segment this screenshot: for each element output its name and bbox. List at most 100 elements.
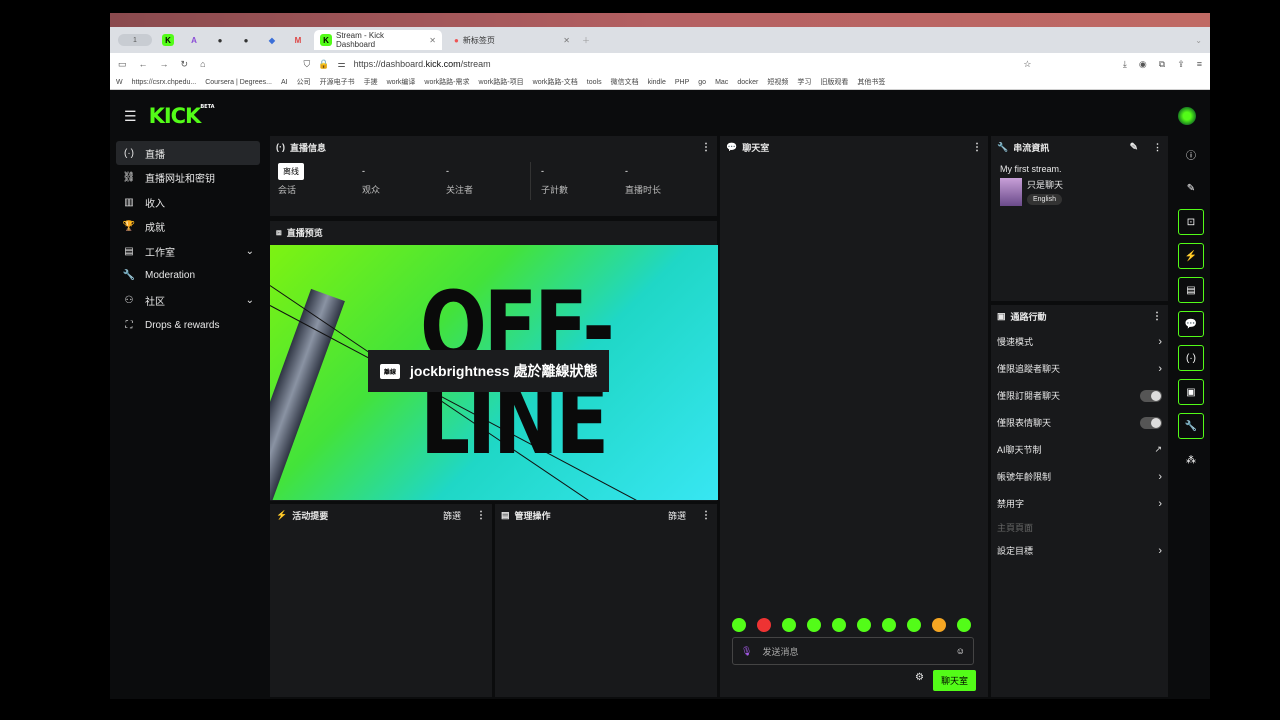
layout-icon[interactable]: ⁂ xyxy=(1178,447,1204,473)
edit-icon[interactable]: ✎ xyxy=(1178,175,1204,201)
filter-button[interactable]: 篩選 xyxy=(668,509,686,522)
bookmark-item[interactable]: 微信文档 xyxy=(611,77,639,87)
bookmark-item[interactable]: 旧版观看 xyxy=(820,77,848,87)
bookmark-item[interactable]: 手搓 xyxy=(364,77,378,87)
filter-button[interactable]: 篩選 xyxy=(443,509,461,522)
avatar[interactable] xyxy=(1178,107,1196,125)
chat-settings-gear-icon[interactable]: ⚙ xyxy=(915,672,924,683)
emote-icon[interactable] xyxy=(757,618,771,632)
channel-action-row[interactable]: 僅限訂閱者聊天 xyxy=(991,382,1168,409)
sidebar-item[interactable]: (·) 直播 xyxy=(116,141,260,165)
more-icon[interactable]: ⋮ xyxy=(701,510,711,521)
emote-icon[interactable] xyxy=(732,618,746,632)
url-bar[interactable]: ⛉ 🔒 ⚌ https://dashboard.kick.com/stream … xyxy=(298,55,1038,73)
bookmark-item[interactable]: kindle xyxy=(648,79,666,86)
bookmark-item[interactable]: 开源电子书 xyxy=(320,77,355,87)
sidebar-item[interactable]: ▤ 工作室 ⌄ xyxy=(116,239,260,263)
star-icon[interactable]: ☆ xyxy=(1023,59,1031,70)
more-icon[interactable]: ⋮ xyxy=(1153,142,1162,153)
kick-logo[interactable]: KICKBETA xyxy=(149,104,215,128)
bookmark-item[interactable]: PHP xyxy=(675,79,689,86)
emote-icon[interactable] xyxy=(807,618,821,632)
sidebar-item[interactable]: ⛶ Drops & rewards xyxy=(116,313,260,337)
channel-action-row[interactable]: 設定目標 › xyxy=(991,537,1168,564)
sidebar-item[interactable]: ⚇ 社区 ⌄ xyxy=(116,289,260,313)
sidebar-item[interactable]: ⛓ 直播网址和密钥 xyxy=(116,166,260,190)
bookmark-item[interactable]: 其他书签 xyxy=(857,77,885,87)
chevron-right-icon[interactable]: › xyxy=(1158,471,1162,483)
channel-action-row[interactable]: 僅限表情聊天 xyxy=(991,409,1168,436)
external-link-icon[interactable]: ↗ xyxy=(1154,444,1162,455)
emote-icon[interactable] xyxy=(857,618,871,632)
bookmark-item[interactable]: tools xyxy=(587,79,602,86)
channel-action-row[interactable]: 僅限追蹤者聊天 › xyxy=(991,355,1168,382)
sidebar-item[interactable]: 🔧 Moderation xyxy=(116,264,260,288)
emoji-picker-icon[interactable]: ☺ xyxy=(956,646,965,656)
github-pinned-icon-2[interactable]: ● xyxy=(240,34,252,46)
channel-action-row[interactable]: AI聊天节制 ↗ xyxy=(991,436,1168,463)
channel-action-row[interactable]: 禁用字 › xyxy=(991,490,1168,517)
bolt-icon[interactable]: ⚡ xyxy=(1178,243,1204,269)
mic-icon[interactable]: 🎙 xyxy=(741,646,752,657)
bookmark-item[interactable]: Mac xyxy=(715,79,728,86)
chevron-right-icon[interactable]: › xyxy=(1158,498,1162,510)
emote-icon[interactable] xyxy=(882,618,896,632)
reload-icon[interactable]: ↻ xyxy=(181,59,189,70)
clipboard-icon[interactable]: ▤ xyxy=(1178,277,1204,303)
chat-input[interactable]: 🎙 发送消息 ☺ xyxy=(732,637,974,665)
screenshot-icon[interactable]: ⊡ xyxy=(1178,209,1204,235)
bookmark-item[interactable]: docker xyxy=(737,79,758,86)
close-tab-icon-2[interactable]: ✕ xyxy=(563,36,570,45)
chevron-down-icon[interactable]: ⌄ xyxy=(246,295,254,306)
emote-icon[interactable] xyxy=(957,618,971,632)
tab-list-chevron-icon[interactable]: ⌄ xyxy=(1195,36,1202,45)
more-icon[interactable]: ⋮ xyxy=(476,510,486,521)
chat-icon[interactable]: 💬 xyxy=(1178,311,1204,337)
new-tab-icon[interactable]: ＋ xyxy=(582,35,590,46)
emote-icon[interactable] xyxy=(782,618,796,632)
chevron-right-icon[interactable]: › xyxy=(1158,363,1162,375)
toggle-switch[interactable] xyxy=(1140,389,1162,402)
menu-icon[interactable]: ≡ xyxy=(1197,59,1202,69)
close-tab-icon[interactable]: ✕ xyxy=(429,36,436,45)
shield-list-icon[interactable]: ▣ xyxy=(1178,379,1204,405)
edit-icon[interactable]: ✎ xyxy=(1130,142,1138,153)
home-icon[interactable]: ⌂ xyxy=(200,59,205,69)
back-icon[interactable]: ← xyxy=(139,59,148,69)
hamburger-icon[interactable]: ☰ xyxy=(124,108,137,125)
more-icon[interactable]: ⋮ xyxy=(1152,311,1162,322)
bookmark-item[interactable]: work路路-需求 xyxy=(424,77,469,87)
share-icon[interactable]: ⇪ xyxy=(1177,59,1185,70)
broadcast-icon[interactable]: (·) xyxy=(1178,345,1204,371)
sidebar-item[interactable]: ▥ 收入 xyxy=(116,190,260,214)
channel-action-row[interactable]: 慢速模式 › xyxy=(991,328,1168,355)
emote-icon[interactable] xyxy=(832,618,846,632)
bookmark-item[interactable]: https://csrx.chpedu... xyxy=(132,79,197,86)
arc-pinned-icon[interactable]: A xyxy=(188,34,200,46)
gmail-pinned-icon[interactable]: M xyxy=(292,34,304,46)
chevron-down-icon[interactable]: ⌄ xyxy=(246,246,254,257)
app-pinned-icon[interactable]: ◆ xyxy=(266,34,278,46)
account-icon[interactable]: ◉ xyxy=(1139,59,1147,70)
emote-icon[interactable] xyxy=(907,618,921,632)
tab-kick-dashboard[interactable]: K Stream - Kick Dashboard ✕ xyxy=(314,30,442,50)
bookmark-item[interactable]: work路路-项目 xyxy=(479,77,524,87)
wrench-icon[interactable]: 🔧 xyxy=(1178,413,1204,439)
toggle-switch[interactable] xyxy=(1140,416,1162,429)
bookmark-item[interactable]: 短视频 xyxy=(767,77,788,87)
emote-icon[interactable] xyxy=(932,618,946,632)
sidebar-item[interactable]: 🏆 成就 xyxy=(116,215,260,239)
bookmark-item[interactable]: work编译 xyxy=(387,77,416,87)
more-icon[interactable]: ⋮ xyxy=(701,142,711,153)
extensions-icon[interactable]: ⧉ xyxy=(1159,59,1165,70)
tab-new[interactable]: ● 新标签页 ✕ xyxy=(448,30,576,50)
bookmark-item[interactable]: 学习 xyxy=(797,77,811,87)
chat-send-button[interactable]: 聊天室 xyxy=(932,670,976,691)
shield-icon[interactable]: ⛉ xyxy=(304,59,311,70)
site-settings-icon[interactable]: ⚌ xyxy=(337,59,345,70)
bookmark-item[interactable]: work路路-文档 xyxy=(533,77,578,87)
github-pinned-icon[interactable]: ● xyxy=(214,34,226,46)
tab-count[interactable]: 1 xyxy=(118,34,152,46)
channel-action-row[interactable]: 帳號年齡限制 › xyxy=(991,463,1168,490)
lock-icon[interactable]: 🔒 xyxy=(318,59,329,70)
